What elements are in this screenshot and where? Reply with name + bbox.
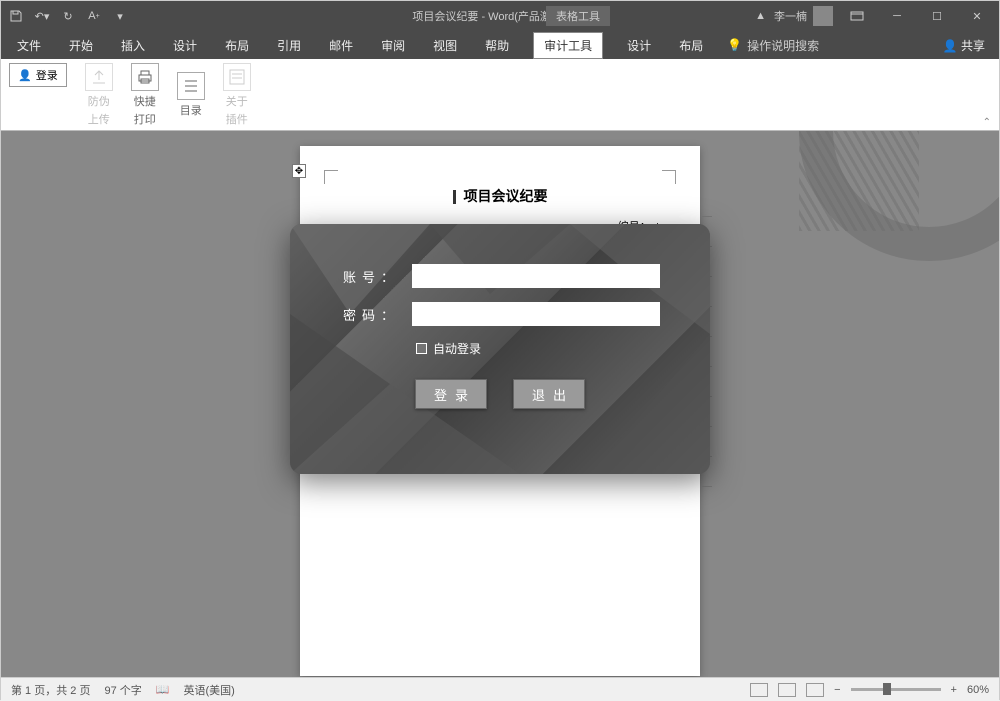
ribbon: 👤 登录 防伪 上传 快捷 打印 目录 关于 插件 ⌃	[1, 59, 999, 131]
tab-table-layout[interactable]: 布局	[675, 33, 707, 58]
minimize-button[interactable]: ─	[881, 4, 913, 28]
tab-audit-tools[interactable]: 审计工具	[533, 32, 603, 59]
quick-access-toolbar: ↶▾ ↻ A+ ▾	[1, 9, 127, 23]
maximize-button[interactable]: ☐	[921, 4, 953, 28]
tab-design[interactable]: 设计	[169, 33, 201, 58]
ribbon-display-icon[interactable]	[841, 4, 873, 28]
word-count[interactable]: 97 个字	[104, 682, 141, 698]
zoom-level[interactable]: 60%	[967, 684, 989, 696]
spellcheck-icon[interactable]: 📖	[156, 683, 170, 696]
password-input[interactable]	[412, 302, 660, 326]
tab-references[interactable]: 引用	[273, 33, 305, 58]
auto-login-checkbox[interactable]	[416, 343, 427, 354]
ribbon-about-plugin: 关于 插件	[223, 63, 251, 127]
language-indicator[interactable]: 英语(美国)	[183, 682, 234, 698]
upload-icon	[85, 63, 113, 91]
auto-login-label: 自动登录	[433, 340, 481, 357]
tab-insert[interactable]: 插入	[117, 33, 149, 58]
zoom-out-icon[interactable]: −	[834, 684, 840, 696]
person-icon: 👤	[18, 69, 32, 82]
statusbar: 第 1 页，共 2 页 97 个字 📖 英语(美国) − + 60%	[1, 677, 999, 701]
tab-file[interactable]: 文件	[13, 33, 45, 58]
redo-icon[interactable]: ↻	[61, 9, 75, 23]
avatar	[813, 6, 833, 26]
login-small-button[interactable]: 👤 登录	[9, 63, 67, 87]
tab-table-design[interactable]: 设计	[623, 33, 655, 58]
ribbon-toc[interactable]: 目录	[177, 72, 205, 118]
account-label: 账号：	[340, 267, 400, 286]
user-area[interactable]: 李一楠	[774, 6, 833, 26]
titlebar: ↶▾ ↻ A+ ▾ 项目会议纪要 - Word(产品激活失败) 表格工具 ▲ 李…	[1, 1, 999, 31]
font-icon[interactable]: A+	[87, 9, 101, 23]
account-input[interactable]	[412, 264, 660, 288]
close-button[interactable]: ✕	[961, 4, 993, 28]
tab-help[interactable]: 帮助	[481, 33, 513, 58]
tab-home[interactable]: 开始	[65, 33, 97, 58]
password-label: 密码：	[340, 305, 400, 324]
tab-mailings[interactable]: 邮件	[325, 33, 357, 58]
lightbulb-icon: 💡	[727, 38, 742, 52]
login-button[interactable]: 登录	[415, 379, 487, 409]
tell-me-search[interactable]: 💡 操作说明搜索	[727, 37, 819, 54]
tab-view[interactable]: 视图	[429, 33, 461, 58]
page-indicator[interactable]: 第 1 页，共 2 页	[11, 682, 90, 698]
share-button[interactable]: 👤 共享	[943, 37, 985, 54]
exit-button[interactable]: 退出	[513, 379, 585, 409]
login-dialog: 账号： 密码： 自动登录 登录 退出	[290, 224, 710, 474]
collapse-ribbon-icon[interactable]: ⌃	[983, 117, 991, 128]
bg-decor-lines	[799, 131, 919, 231]
zoom-thumb[interactable]	[883, 683, 891, 695]
undo-dropdown-icon[interactable]: ↶▾	[35, 9, 49, 23]
ribbon-tabs: 文件 开始 插入 设计 布局 引用 邮件 审阅 视图 帮助 审计工具 设计 布局…	[1, 31, 999, 59]
zoom-in-icon[interactable]: +	[951, 684, 957, 696]
ribbon-antifake-upload: 防伪 上传	[85, 63, 113, 127]
read-mode-icon[interactable]	[750, 683, 768, 697]
zoom-slider[interactable]	[851, 688, 941, 691]
toc-icon	[177, 72, 205, 100]
dialog-content: 账号： 密码： 自动登录 登录 退出	[290, 224, 710, 409]
username: 李一楠	[774, 8, 807, 24]
document-title: 项目会议纪要	[300, 186, 700, 206]
qat-more-icon[interactable]: ▾	[113, 9, 127, 23]
tab-layout[interactable]: 布局	[221, 33, 253, 58]
web-layout-icon[interactable]	[806, 683, 824, 697]
tab-review[interactable]: 审阅	[377, 33, 409, 58]
printer-icon	[131, 63, 159, 91]
ribbon-quick-print[interactable]: 快捷 打印	[131, 63, 159, 127]
info-icon	[223, 63, 251, 91]
table-move-handle[interactable]: ✥	[292, 164, 306, 178]
warning-icon[interactable]: ▲	[755, 10, 766, 22]
document-area: ✥ 项目会议纪要 编号：↵ 账号：	[1, 131, 999, 677]
document-page[interactable]: ✥ 项目会议纪要 编号：↵ 账号：	[300, 146, 700, 676]
contextual-tab-label: 表格工具	[546, 6, 610, 26]
auto-login-row[interactable]: 自动登录	[416, 340, 660, 357]
save-icon[interactable]	[9, 9, 23, 23]
print-layout-icon[interactable]	[778, 683, 796, 697]
